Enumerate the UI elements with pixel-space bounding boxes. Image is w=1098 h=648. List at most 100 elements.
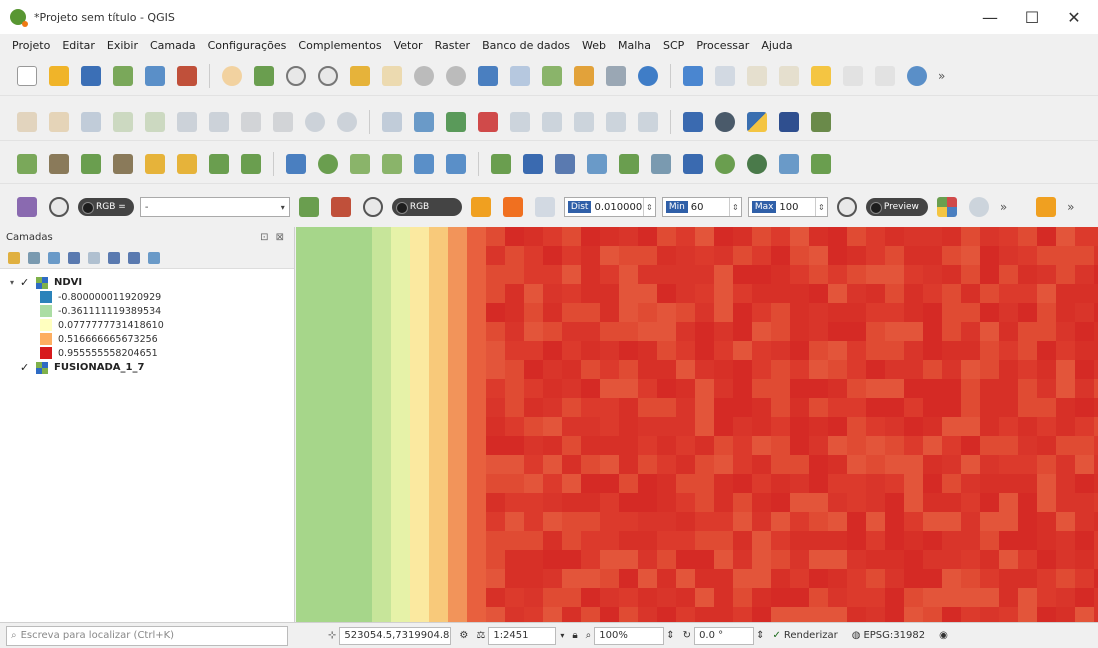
zoom-in-icon[interactable] [283,63,309,89]
add-wms-icon[interactable] [283,151,309,177]
label-show-icon[interactable] [507,109,533,135]
maximize-button[interactable]: ☐ [1012,0,1052,34]
messages-icon[interactable]: ◉ [939,626,948,646]
save-edits-icon[interactable] [78,109,104,135]
pan-to-selection-icon[interactable] [251,63,277,89]
local-std-stretch-icon[interactable] [328,194,354,220]
spin-arrows-icon[interactable]: ⇕ [642,198,655,216]
classification-preview-icon[interactable] [934,194,960,220]
rotation-field[interactable]: ↻ 0.0 ° ⇕ [683,626,764,646]
coordinate-field[interactable]: ⊹ 523054.5,7319904.8 [328,626,452,646]
zoom-last-icon[interactable] [475,63,501,89]
rgb-toggle[interactable]: RGB = [78,198,134,216]
menu-banco-de-dados[interactable]: Banco de dados [482,39,570,52]
add-oracle-icon[interactable] [238,151,264,177]
layer-visibility-checkbox[interactable]: ✓ [20,361,32,374]
map-canvas[interactable] [296,227,1098,622]
select-by-location-icon[interactable] [712,151,738,177]
identify-features-icon[interactable] [680,63,706,89]
refresh-icon[interactable] [635,63,661,89]
open-attribute-table-icon[interactable] [712,63,738,89]
locator-search-input[interactable]: ⌕ Escreva para localizar (Ctrl+K) [6,625,288,646]
scale-value[interactable]: 1:2451 [488,626,557,645]
roi-create-icon[interactable] [468,194,494,220]
max-spinbox[interactable]: Max 100 ⇕ [747,197,828,217]
copy-features-icon[interactable] [238,109,264,135]
paste-features-icon[interactable] [270,109,296,135]
roi-redo-icon[interactable] [532,194,558,220]
crs-button[interactable]: ◍ EPSG:31982 [852,626,925,646]
label-rotate-icon[interactable] [571,109,597,135]
new-virtual-layer-icon[interactable] [616,151,642,177]
add-geopackage-icon[interactable] [110,151,136,177]
layer-labeling-icon[interactable] [411,109,437,135]
plugin-manager-icon[interactable] [808,109,834,135]
menu-configuracoes[interactable]: Configurações [208,39,287,52]
panel-float-close-controls[interactable]: ⊡ ⊠ [260,232,286,243]
zoom-out-icon[interactable] [315,63,341,89]
label-highlight-icon[interactable] [475,109,501,135]
zoom-selection-icon[interactable] [379,63,405,89]
zoom-full-icon[interactable] [347,63,373,89]
vertex-tool-icon[interactable] [142,109,168,135]
magnifier-field[interactable]: ⌕ 100% ⇕ [586,626,675,646]
spin-arrows-icon[interactable]: ⇕ [814,198,827,216]
add-arcgis-icon[interactable] [443,151,469,177]
add-delimited-text-icon[interactable] [379,151,405,177]
add-wfs-icon[interactable] [347,151,373,177]
menu-vetor[interactable]: Vetor [394,39,423,52]
menu-ajuda[interactable]: Ajuda [761,39,792,52]
distance-spinbox[interactable]: Dist 0.010000 ⇕ [563,197,656,217]
spin-arrows-icon[interactable]: ⇕ [728,198,741,216]
spin-arrows-icon[interactable]: ⇕ [666,630,674,641]
close-button[interactable]: ✕ [1054,0,1094,34]
classification-zoom-icon[interactable] [834,194,860,220]
menu-scp[interactable]: SCP [663,39,684,52]
metasearch-icon[interactable] [776,109,802,135]
undo-icon[interactable] [302,109,328,135]
add-feature-icon[interactable] [110,109,136,135]
digitize-shape-icon[interactable] [776,151,802,177]
label-change-icon[interactable] [603,109,629,135]
redo-icon[interactable] [334,109,360,135]
manage-map-themes-icon[interactable] [48,251,60,264]
measure-icon[interactable] [872,63,898,89]
layer-row-ndvi[interactable]: ▾ ✓ NDVI [0,275,294,290]
label-move-icon[interactable] [539,109,565,135]
menu-malha[interactable]: Malha [618,39,651,52]
collapse-chevron-icon[interactable]: ▾ [10,278,20,287]
database-icon[interactable] [680,109,706,135]
add-vector-tile-icon[interactable] [14,151,40,177]
scp-main-icon[interactable] [14,194,40,220]
preview-toggle[interactable]: Preview [865,198,928,216]
menu-processar[interactable]: Processar [696,39,749,52]
open-layer-styling-icon[interactable] [8,251,20,264]
redo-preview-icon[interactable] [966,194,992,220]
label-pin-icon[interactable] [443,109,469,135]
spin-arrows-icon[interactable]: ⇕ [756,630,764,641]
filter-legend-icon[interactable] [68,251,80,264]
scp-zoom-to-input-icon[interactable] [46,194,72,220]
add-virtual-layer-icon[interactable] [411,151,437,177]
label-diagram-icon[interactable] [635,109,661,135]
min-spinbox[interactable]: Min 60 ⇕ [661,197,742,217]
statistics-icon[interactable] [808,63,834,89]
temporal-controller-icon[interactable] [571,63,597,89]
layout-manager-icon[interactable] [142,63,168,89]
menu-exibir[interactable]: Exibir [107,39,138,52]
open-project-icon[interactable] [46,63,72,89]
render-toggle[interactable]: ✓ Renderizar [772,626,837,646]
add-spatialite-icon[interactable] [142,151,168,177]
rotation-value[interactable]: 0.0 ° [694,626,755,645]
remove-layer-icon[interactable] [148,251,160,264]
zoom-layer-icon[interactable] [411,63,437,89]
lock-scale-icon[interactable]: 🔒︎ [572,626,577,646]
style-manager-icon[interactable] [174,63,200,89]
new-map-view-icon[interactable] [539,63,565,89]
rgb-combobox[interactable]: - ▾ [139,197,290,217]
minimize-button[interactable]: — [970,0,1010,34]
gps-tracking-icon[interactable] [712,109,738,135]
new-mesh-icon[interactable] [648,151,674,177]
new-temporary-layer-icon[interactable] [584,151,610,177]
toggle-extents-icon[interactable]: ⚙ [459,626,468,646]
